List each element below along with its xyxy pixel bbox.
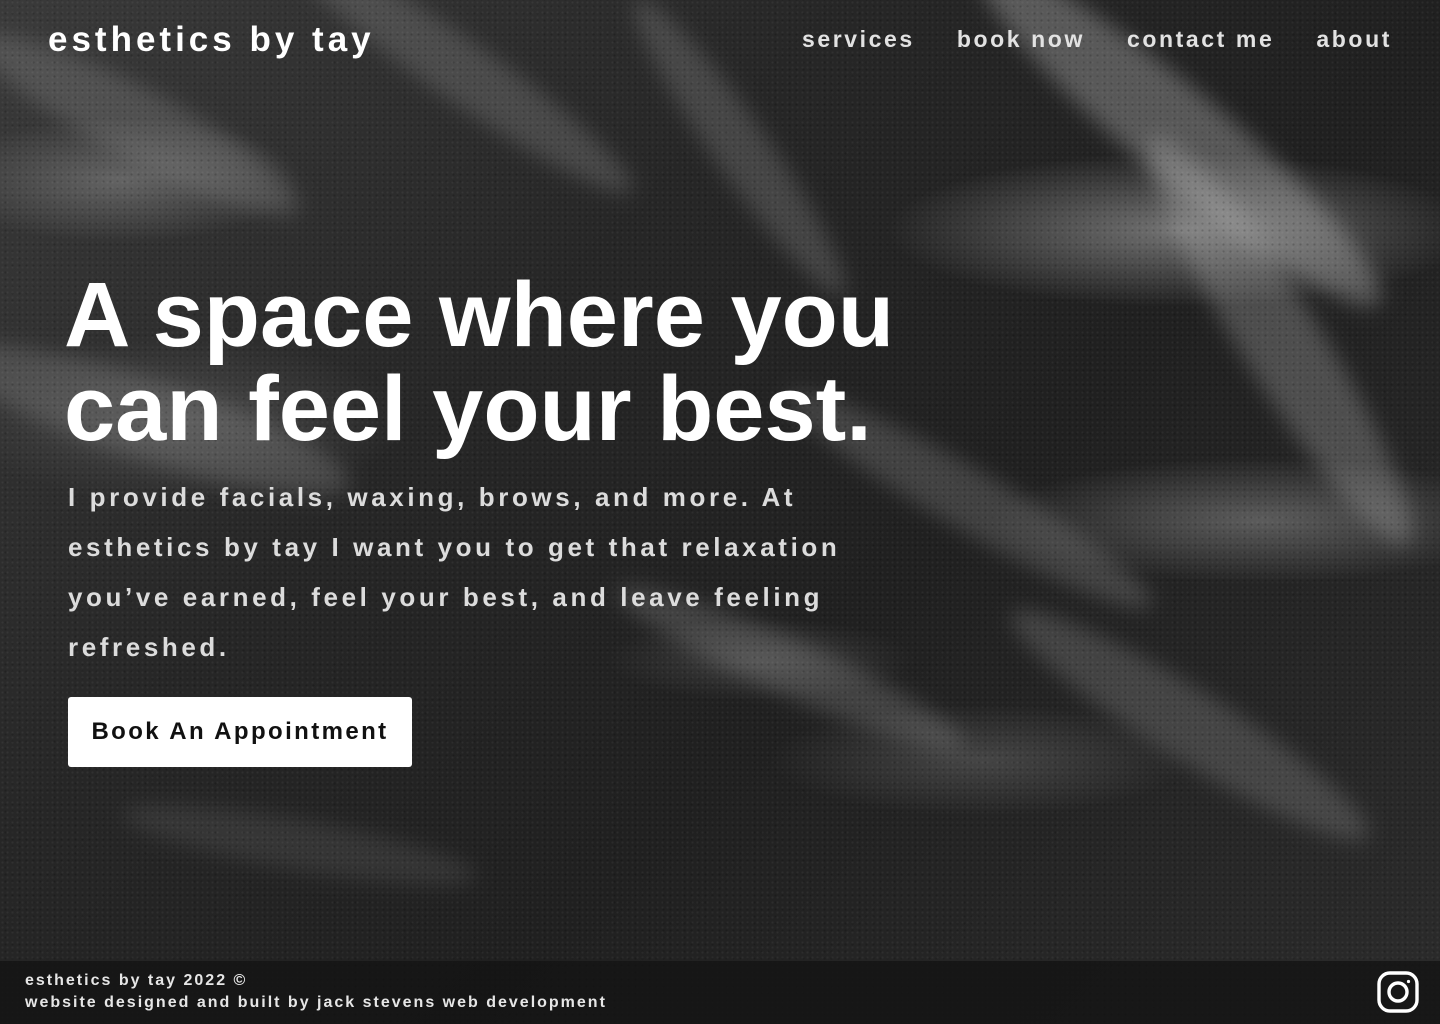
brand-logo[interactable]: esthetics by tay [48,20,375,60]
main-nav: services book now contact me about [802,26,1392,53]
hero-description: I provide facials, waxing, brows, and mo… [68,482,841,662]
hero-section: A space where you can feel your best. I … [64,268,964,672]
nav-link-services[interactable]: services [802,26,915,53]
nav-link-book-now[interactable]: book now [957,26,1085,53]
footer-credit: website designed and built by jack steve… [25,994,607,1011]
nav-link-contact-me[interactable]: contact me [1127,26,1274,53]
hero-headline: A space where you can feel your best. [64,264,895,460]
instagram-icon[interactable] [1376,970,1420,1014]
nav-link-about[interactable]: about [1316,26,1392,53]
site-header: esthetics by tay services book now conta… [0,0,1440,84]
book-appointment-button[interactable]: Book An Appointment [68,697,412,767]
footer-copyright: esthetics by tay 2022 © [25,972,248,989]
site-footer: esthetics by tay 2022 © website designed… [0,961,1440,1024]
